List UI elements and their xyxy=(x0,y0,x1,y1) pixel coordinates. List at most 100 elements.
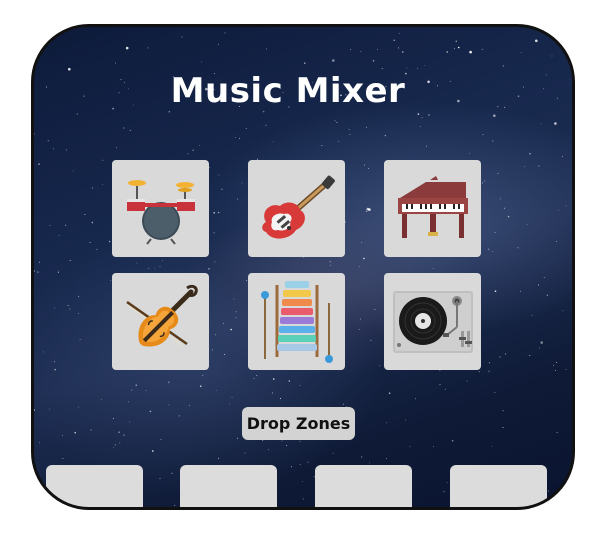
star xyxy=(39,442,41,444)
star xyxy=(168,110,171,113)
star xyxy=(69,260,71,261)
instrument-tile-violin[interactable] xyxy=(112,273,209,370)
star xyxy=(112,418,114,420)
star xyxy=(409,446,411,448)
star xyxy=(345,221,346,223)
star xyxy=(192,149,194,151)
star xyxy=(367,168,369,169)
star xyxy=(482,133,484,135)
star xyxy=(388,392,391,395)
star xyxy=(386,422,388,424)
star xyxy=(135,384,138,387)
star xyxy=(245,128,247,130)
star xyxy=(321,145,323,146)
instrument-tile-piano[interactable] xyxy=(384,160,481,257)
instrument-tile-xylophone[interactable] xyxy=(248,273,345,370)
star xyxy=(125,46,129,50)
drop-zone-3[interactable] xyxy=(315,465,412,507)
instrument-tile-drums[interactable] xyxy=(112,160,209,257)
star xyxy=(421,117,423,119)
star xyxy=(365,126,367,128)
star xyxy=(262,440,264,441)
star xyxy=(488,249,490,251)
drop-zone-1[interactable] xyxy=(46,465,143,507)
star xyxy=(384,134,387,137)
star xyxy=(374,308,376,310)
star xyxy=(199,385,202,388)
star xyxy=(342,403,344,405)
star xyxy=(230,328,232,331)
star xyxy=(271,392,273,394)
star xyxy=(202,374,204,376)
star xyxy=(520,290,522,292)
star xyxy=(34,270,36,272)
star xyxy=(428,114,430,116)
star xyxy=(58,235,60,237)
star xyxy=(215,334,217,336)
instrument-tile-turntable[interactable] xyxy=(384,273,481,370)
star xyxy=(286,444,288,446)
star xyxy=(218,174,220,176)
drop-zone-4[interactable] xyxy=(450,465,547,507)
star xyxy=(466,380,468,382)
star xyxy=(570,486,572,489)
star xyxy=(78,295,80,297)
drop-zone-2[interactable] xyxy=(180,465,277,507)
star xyxy=(221,188,223,190)
star xyxy=(114,444,116,446)
star xyxy=(554,369,556,371)
xylophone-icon xyxy=(260,280,333,363)
star xyxy=(42,351,44,353)
star xyxy=(364,164,365,166)
star xyxy=(79,338,81,340)
star xyxy=(426,145,427,147)
star xyxy=(233,298,235,300)
star xyxy=(211,349,213,351)
star xyxy=(562,155,564,157)
star xyxy=(526,223,528,225)
star xyxy=(235,311,237,313)
star xyxy=(67,305,69,306)
star xyxy=(168,404,170,406)
star xyxy=(538,165,540,167)
star xyxy=(76,113,78,115)
star xyxy=(131,389,133,391)
star xyxy=(222,322,224,324)
star xyxy=(49,224,51,226)
star xyxy=(136,262,138,264)
star xyxy=(148,268,150,269)
star xyxy=(505,353,507,355)
star xyxy=(198,145,200,146)
star xyxy=(393,39,396,42)
instrument-tile-electric-guitar[interactable] xyxy=(248,160,345,257)
star xyxy=(113,446,115,448)
star xyxy=(368,208,371,211)
star xyxy=(299,440,301,442)
star xyxy=(149,410,152,413)
star xyxy=(302,498,304,500)
star xyxy=(145,390,147,391)
star xyxy=(451,439,454,442)
star xyxy=(39,261,41,263)
star xyxy=(65,149,67,151)
star xyxy=(502,427,504,429)
star xyxy=(108,240,111,243)
star xyxy=(543,276,545,278)
star xyxy=(360,318,361,320)
star xyxy=(446,51,449,53)
star xyxy=(174,504,176,506)
star xyxy=(235,317,237,319)
star xyxy=(499,198,501,200)
star xyxy=(47,140,49,142)
star xyxy=(84,214,86,215)
star xyxy=(147,47,149,49)
star xyxy=(272,378,275,380)
star xyxy=(503,207,505,209)
star xyxy=(363,257,365,260)
star xyxy=(49,408,51,410)
star xyxy=(253,378,255,380)
star xyxy=(334,120,336,122)
star xyxy=(265,124,267,126)
star xyxy=(171,472,173,474)
star xyxy=(559,492,561,494)
